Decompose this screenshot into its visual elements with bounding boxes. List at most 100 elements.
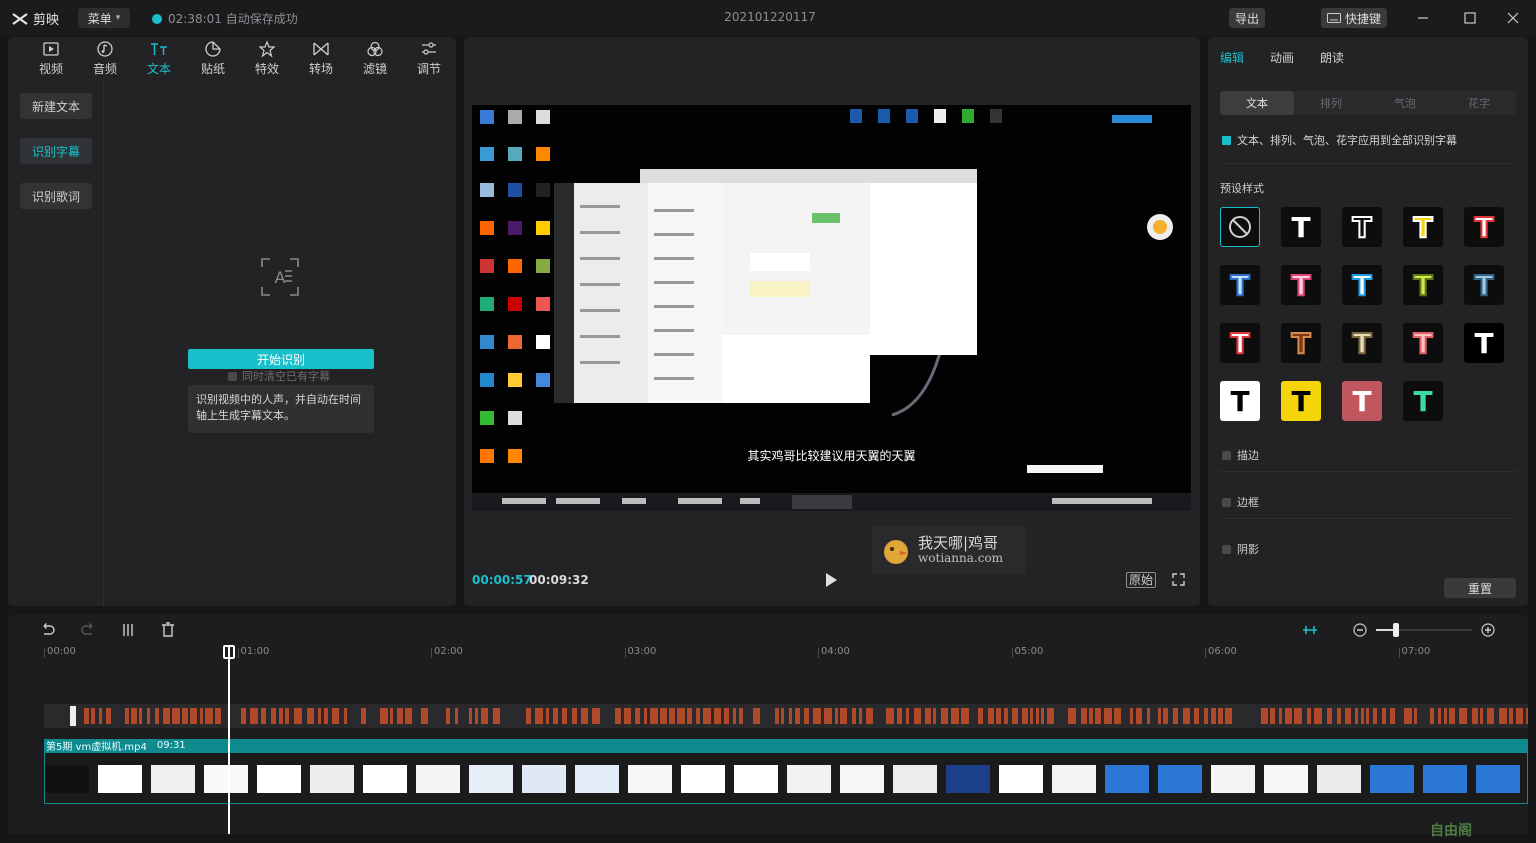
play-icon[interactable] [824,572,838,588]
preset-style-5[interactable]: T [1220,265,1260,305]
clear-existing-option[interactable]: 同时清空已有字幕 [228,368,330,384]
preset-style-4[interactable]: T [1464,207,1504,247]
new-text-button[interactable]: 新建文本 [20,93,92,119]
audio-clip-handle[interactable] [70,706,76,726]
preset-none[interactable] [1220,207,1260,247]
waveform-bar [714,708,721,724]
clear-existing-checkbox[interactable] [228,371,237,381]
minimize-button[interactable] [1413,8,1433,28]
subtab-text[interactable]: 文本 [1220,91,1294,115]
tab-transition[interactable]: 转场 [294,37,348,79]
delete-icon[interactable] [160,622,176,638]
border-option[interactable]: 边框 [1222,494,1259,510]
redo-icon[interactable] [80,622,96,638]
apply-all-option[interactable]: 文本、排列、气泡、花字应用到全部识别字幕 [1222,132,1457,148]
menu-button[interactable]: 菜单 ▾ [78,8,130,28]
tab-filter[interactable]: 滤镜 [348,37,402,79]
preset-style-10[interactable]: T [1220,323,1260,363]
preset-style-13[interactable]: T [1403,323,1443,363]
preset-style-18[interactable]: T [1403,381,1443,421]
keyboard-icon [1326,13,1341,23]
tab-read-aloud[interactable]: 朗读 [1320,49,1344,66]
maximize-button[interactable] [1460,8,1480,28]
preset-glyph: T [1473,268,1494,303]
waveform-bar [546,708,549,724]
waveform-bar [1036,708,1039,724]
preset-glyph: T [1412,326,1433,361]
zoom-slider-handle[interactable] [1393,623,1399,637]
preset-style-7[interactable]: T [1342,265,1382,305]
subtab-arrange[interactable]: 排列 [1294,91,1368,115]
recognize-subtitles-button[interactable]: 识别字幕 [20,138,92,164]
preset-style-1[interactable]: T [1281,207,1321,247]
preset-style-2[interactable]: T [1342,207,1382,247]
video-clip-thumbnails[interactable] [44,752,1528,804]
split-icon[interactable] [120,622,136,638]
subtab-fancy-text[interactable]: 花字 [1442,91,1516,115]
waveform-bar [172,708,180,724]
ruler-label: 00:00 [47,646,76,657]
waveform-bar [535,708,543,724]
undo-icon[interactable] [40,622,56,638]
time-ruler[interactable]: 00:00 01:00 02:00 03:00 04:00 05:00 06:00 07:00 [44,645,1528,661]
fullscreen-icon[interactable] [1172,573,1185,586]
tab-audio[interactable]: 音频 [78,37,132,79]
subtitle-text[interactable]: 其实鸡哥比较建议用天翼的天翼 [472,447,1191,464]
stroke-option[interactable]: 描边 [1222,447,1259,463]
tab-animation[interactable]: 动画 [1270,49,1294,66]
preset-style-17[interactable]: T [1342,381,1382,421]
clip-thumbnail [98,765,142,793]
tab-label: 转场 [308,61,333,76]
preset-style-6[interactable]: T [1281,265,1321,305]
preset-style-11[interactable]: T [1281,323,1321,363]
zoom-out-icon[interactable] [1352,622,1368,638]
shadow-checkbox[interactable] [1222,544,1231,554]
export-button[interactable]: 导出 [1229,8,1265,28]
text-icon [151,42,167,55]
waveform-bar [241,708,246,724]
shortcut-button[interactable]: 快捷键 [1321,8,1387,28]
tab-text[interactable]: 文本 [132,37,186,79]
waveform-bar [1173,708,1178,724]
tab-video[interactable]: 视频 [24,37,78,79]
recognize-lyrics-button[interactable]: 识别歌词 [20,183,92,209]
preset-style-16[interactable]: T [1281,381,1321,421]
apply-all-checkbox[interactable] [1222,135,1231,145]
waveform-bar [775,708,779,724]
clip-thumbnail [946,765,990,793]
text-sub-nav: 新建文本 识别字幕 识别歌词 [8,79,104,606]
stroke-checkbox[interactable] [1222,450,1231,460]
close-button[interactable] [1503,8,1523,28]
border-checkbox[interactable] [1222,497,1231,507]
waveform-bar [933,708,936,724]
zoom-in-icon[interactable] [1480,622,1496,638]
maximize-icon [1464,12,1476,24]
tab-effect[interactable]: 特效 [240,37,294,79]
zoom-slider[interactable] [1376,623,1472,637]
preset-style-14[interactable]: T [1464,323,1504,363]
video-clip-header[interactable]: 第5期 vm虚拟机.mp4 09:31 [44,739,1528,753]
tab-sticker[interactable]: 贴纸 [186,37,240,79]
start-recognition-button[interactable]: 开始识别 [188,349,374,369]
video-preview[interactable]: 其实鸡哥比较建议用天翼的天翼 [472,105,1191,511]
preset-style-3[interactable]: T [1403,207,1443,247]
divider [1220,163,1516,164]
playhead-handle[interactable] [223,645,235,659]
clip-thumbnail [522,765,566,793]
shadow-option[interactable]: 阴影 [1222,541,1259,557]
reset-button[interactable]: 重置 [1444,578,1516,598]
playhead[interactable] [228,645,230,834]
aspect-ratio-button[interactable]: 原始 [1126,572,1157,588]
subtab-bubble[interactable]: 气泡 [1368,91,1442,115]
tab-edit[interactable]: 编辑 [1220,49,1244,66]
waveform-bar [1136,708,1142,724]
preset-style-15[interactable]: T [1220,381,1260,421]
minimize-icon [1418,17,1428,19]
audio-waveform-track[interactable] [44,704,1528,728]
tab-adjust[interactable]: 调节 [402,37,456,79]
preset-style-8[interactable]: T [1403,265,1443,305]
preset-style-9[interactable]: T [1464,265,1504,305]
magnet-snap-icon[interactable] [1302,622,1318,638]
preset-style-12[interactable]: T [1342,323,1382,363]
waveform-bar [1307,708,1311,724]
